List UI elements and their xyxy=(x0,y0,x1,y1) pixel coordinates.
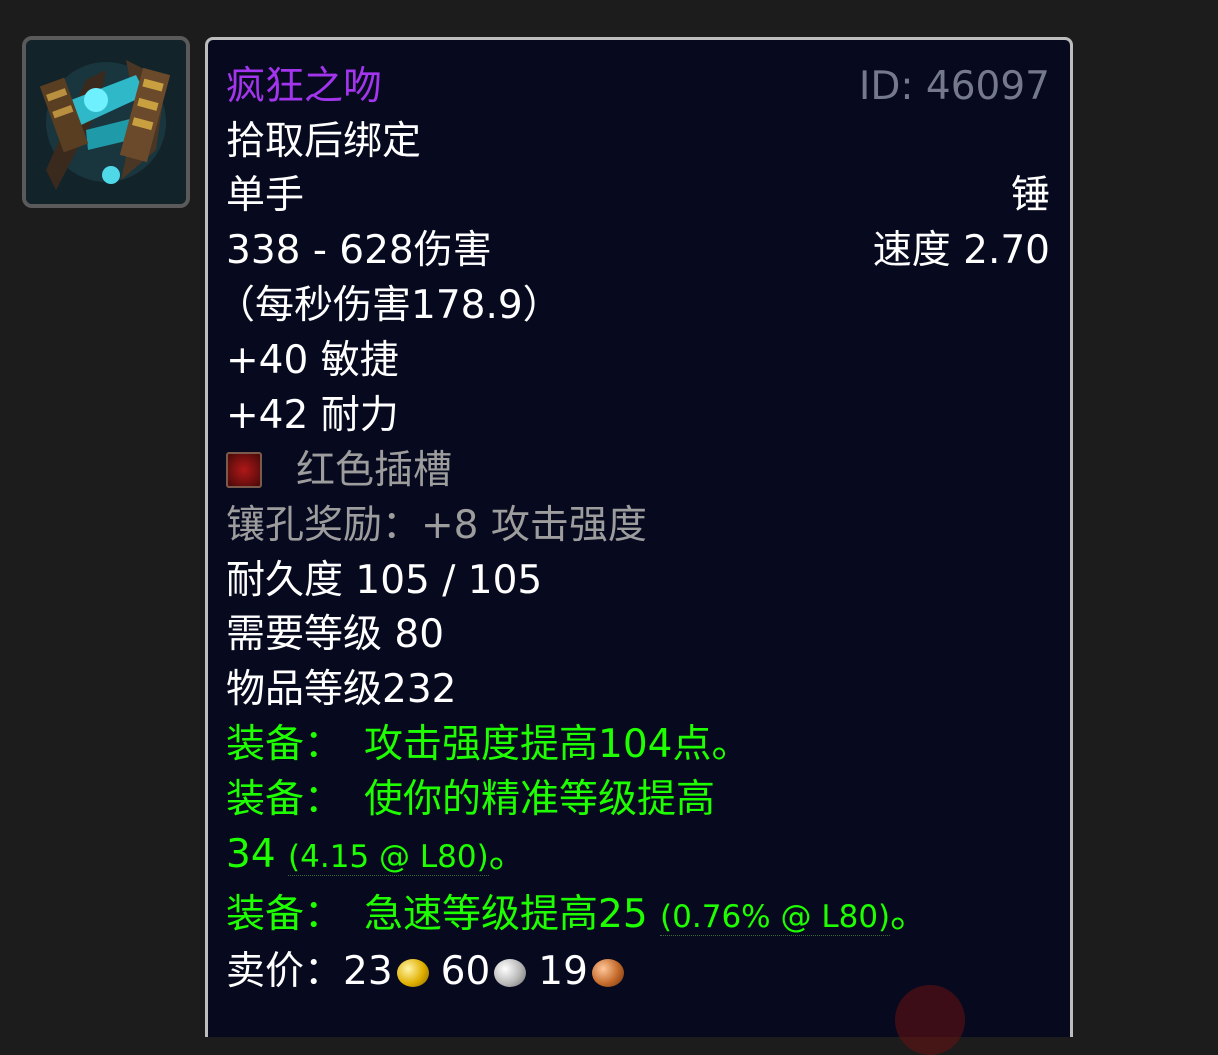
copper-coin-icon xyxy=(591,959,624,987)
item-slot: 单手 xyxy=(226,173,305,218)
weapon-speed: 速度 2.70 xyxy=(872,228,1050,273)
item-header-row: 疯狂之吻 ID: 46097 xyxy=(226,62,1050,112)
equip-effect-1: 装备： 攻击强度提高104点。 xyxy=(226,720,1050,770)
durability: 耐久度 105 / 105 xyxy=(226,558,543,603)
item-type: 锤 xyxy=(1010,173,1050,218)
stat-agility: +40 敏捷 xyxy=(226,338,399,383)
bind-type: 拾取后绑定 xyxy=(226,119,422,164)
rating-tooltip[interactable]: (0.76% @ L80) xyxy=(660,899,891,936)
damage-row: 338 - 628伤害 速度 2.70 xyxy=(226,226,1050,276)
equip-label: 装备： xyxy=(226,777,344,822)
equip-label: 装备： xyxy=(226,722,344,767)
item-level: 物品等级232 xyxy=(226,667,457,712)
item-tooltip: 疯狂之吻 ID: 46097 拾取后绑定 单手 锤 338 - 628伤害 速度… xyxy=(205,37,1073,1037)
item-id: ID: 46097 xyxy=(858,64,1050,109)
equip-text: 使你的精准等级提高 xyxy=(364,777,716,822)
equip-value: 34 xyxy=(226,832,276,877)
slot-row: 单手 锤 xyxy=(226,171,1050,221)
period: 。 xyxy=(488,832,528,877)
socket-bonus: 镶孔奖励：+8 攻击强度 xyxy=(226,503,647,548)
equip-label: 装备： xyxy=(226,892,344,937)
equip-text: 攻击强度提高104点。 xyxy=(364,722,751,767)
socket-label: 红色插槽 xyxy=(296,448,453,493)
equip-text: 急速等级提高25 xyxy=(364,892,648,937)
required-level: 需要等级 80 xyxy=(226,612,445,657)
damage-range: 338 - 628伤害 xyxy=(226,228,492,273)
rating-tooltip[interactable]: (4.15 @ L80) xyxy=(288,839,489,876)
socket-row: 红色插槽 xyxy=(226,446,1050,496)
silver-coin-icon xyxy=(494,959,527,987)
equip-effect-3: 装备： 急速等级提高25 (0.76% @ L80)。 xyxy=(226,890,1050,940)
gold-amount: 23 xyxy=(343,949,393,994)
equip-effect-2: 装备： 使你的精准等级提高 xyxy=(226,775,1050,825)
copper-amount: 19 xyxy=(538,949,588,994)
sell-label: 卖价： xyxy=(226,949,344,994)
equip-effect-2-cont: 34 (4.15 @ L80)。 xyxy=(226,830,1050,880)
mace-icon[interactable] xyxy=(22,36,190,208)
item-name[interactable]: 疯狂之吻 xyxy=(226,64,382,109)
red-socket-icon xyxy=(226,452,262,488)
period: 。 xyxy=(890,892,930,937)
dps: （每秒伤害178.9） xyxy=(216,283,562,328)
watermark-icon xyxy=(895,985,965,1055)
silver-amount: 60 xyxy=(440,949,491,994)
stat-stamina: +42 耐力 xyxy=(226,393,399,438)
gold-coin-icon xyxy=(396,959,429,987)
